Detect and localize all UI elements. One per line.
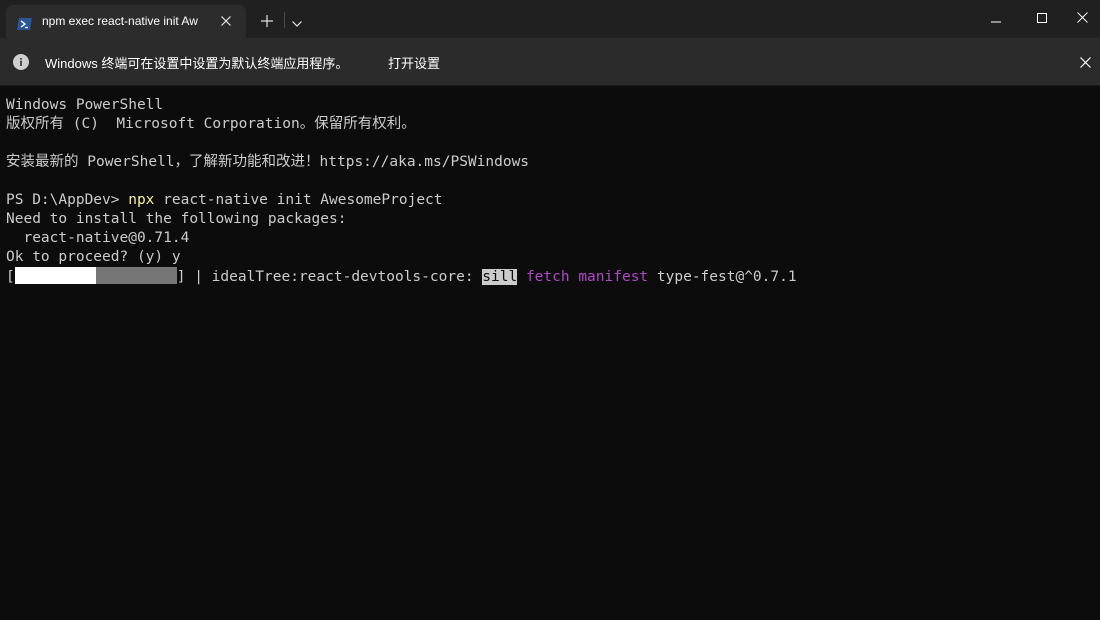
log-package: type-fest@^0.7.1: [648, 269, 797, 285]
terminal-line: 版权所有 (C) Microsoft Corporation。保留所有权利。: [6, 116, 416, 132]
terminal-line: Windows PowerShell: [6, 97, 164, 113]
command-name: npx: [128, 192, 155, 208]
progress-open-bracket: [: [6, 269, 15, 285]
terminal-pane[interactable]: Windows PowerShell 版权所有 (C) Microsoft Co…: [0, 87, 1100, 620]
log-manifest: manifest: [578, 269, 649, 285]
log-level-badge: sill: [482, 269, 518, 285]
terminal-line: Ok to proceed? (y) y: [6, 249, 181, 265]
info-icon: [13, 54, 29, 70]
plus-icon: [261, 12, 273, 31]
tab-active[interactable]: npm exec react-native init Aw: [6, 5, 246, 38]
terminal-output: Windows PowerShell 版权所有 (C) Microsoft Co…: [6, 96, 797, 286]
terminal-line: Need to install the following packages:: [6, 211, 347, 227]
progress-bar: [14, 267, 177, 284]
info-close-icon[interactable]: [1076, 53, 1094, 71]
progress-line: [ ] | idealTree:react-devtools-core: sill…: [6, 267, 797, 286]
powershell-icon: [17, 15, 32, 30]
maximize-button[interactable]: [1019, 0, 1065, 34]
maximize-icon: [1037, 8, 1047, 27]
title-bar: npm exec react-native init Aw: [0, 0, 1100, 38]
progress-fill: [14, 267, 96, 284]
close-window-button[interactable]: [1065, 0, 1100, 34]
terminal-line: react-native@0.71.4: [6, 230, 190, 246]
tab-separator: [284, 12, 285, 28]
close-icon: [1077, 8, 1088, 27]
tab-close-icon[interactable]: [217, 12, 235, 30]
info-bar: Windows 终端可在设置中设置为默认终端应用程序。 打开设置: [0, 38, 1100, 86]
minimize-button[interactable]: [973, 0, 1019, 34]
new-tab-button[interactable]: [256, 10, 278, 32]
progress-remaining: [95, 267, 177, 284]
terminal-line: 安装最新的 PowerShell，了解新功能和改进！https://aka.ms…: [6, 154, 530, 170]
terminal-window: npm exec react-native init Aw Windows 终端…: [0, 0, 1100, 620]
open-settings-link[interactable]: 打开设置: [388, 53, 440, 72]
chevron-down-icon: [292, 12, 302, 31]
tab-dropdown-button[interactable]: [288, 11, 306, 31]
command-args: react-native init AwesomeProject: [154, 192, 443, 208]
minimize-icon: [991, 8, 1001, 27]
info-message: Windows 终端可在设置中设置为默认终端应用程序。: [45, 56, 349, 71]
tab-title: npm exec react-native init Aw: [42, 14, 198, 28]
prompt: PS D:\AppDev>: [6, 192, 129, 208]
progress-status: ] | idealTree:react-devtools-core:: [176, 269, 483, 285]
log-fetch: fetch: [525, 269, 570, 285]
command-line: PS D:\AppDev> npx react-native init Awes…: [6, 191, 797, 210]
